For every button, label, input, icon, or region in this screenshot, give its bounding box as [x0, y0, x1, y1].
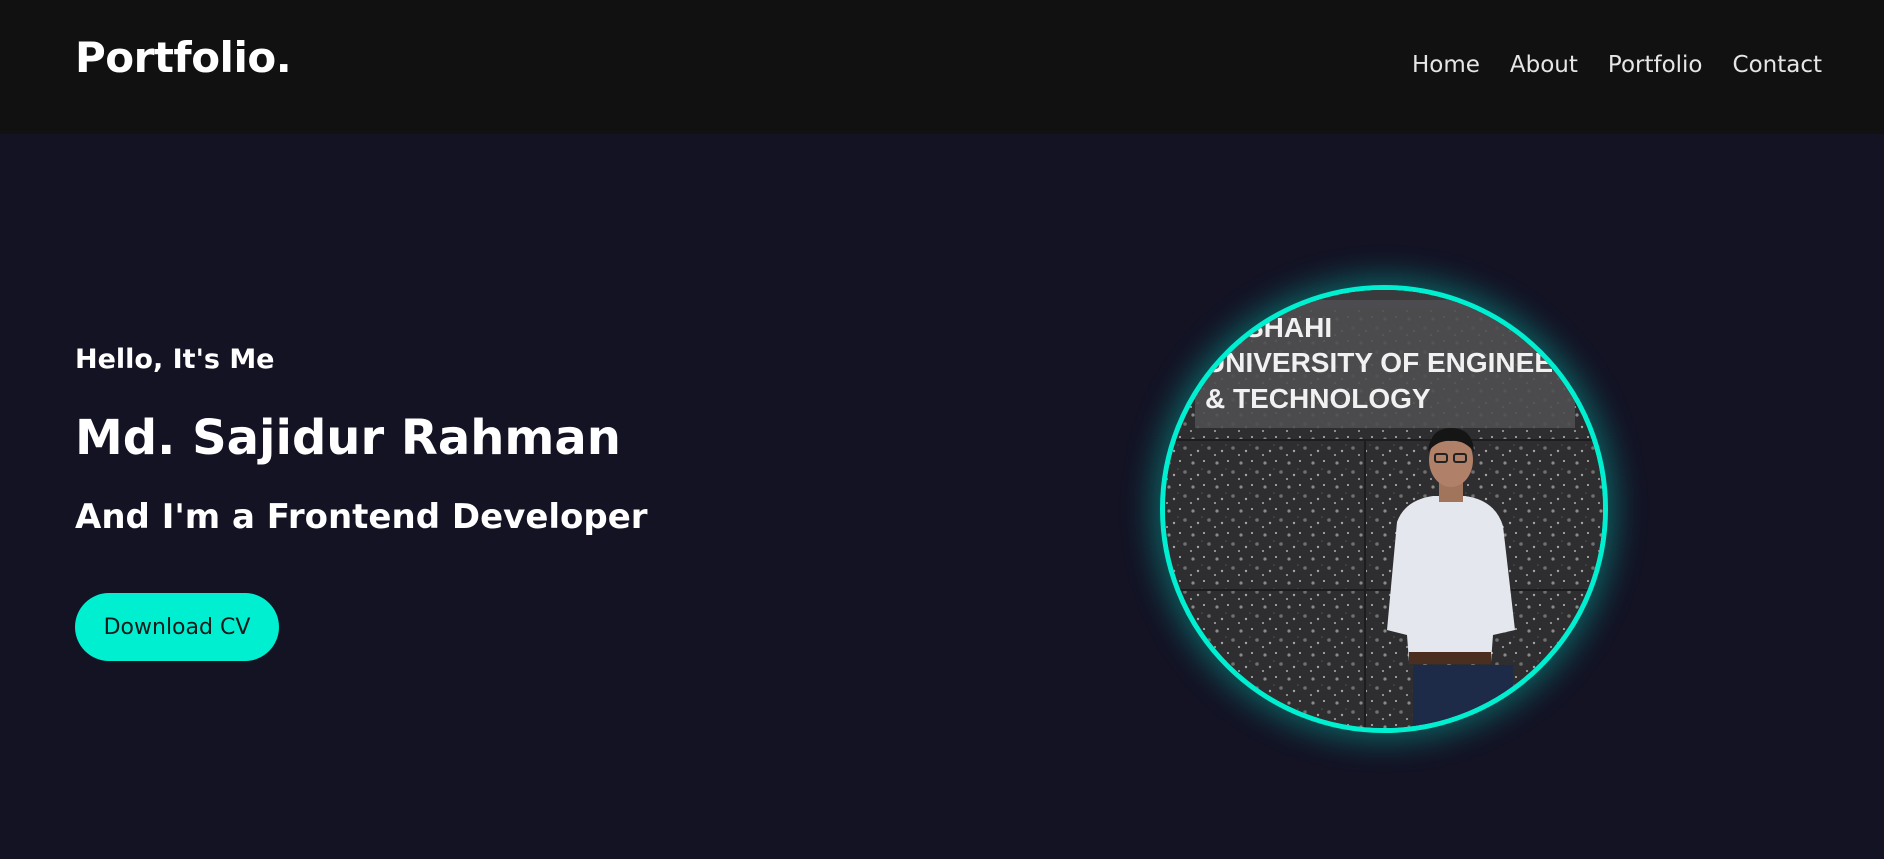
- profile-photo: SHAHI UNIVERSITY OF ENGINEERING & TECHNO…: [1165, 290, 1603, 728]
- profile-photo-frame: SHAHI UNIVERSITY OF ENGINEERING & TECHNO…: [1160, 285, 1608, 733]
- site-logo[interactable]: Portfolio.: [75, 28, 292, 88]
- navbar: Portfolio. Home About Portfolio Contact: [0, 0, 1884, 134]
- nav-link-portfolio[interactable]: Portfolio: [1608, 48, 1703, 82]
- sign-text-3: & TECHNOLOGY: [1205, 383, 1431, 414]
- sign-text-2: UNIVERSITY OF ENGINEERING: [1205, 347, 1603, 378]
- hero-name: Md. Sajidur Rahman: [75, 410, 621, 466]
- nav-link-home[interactable]: Home: [1412, 48, 1480, 82]
- hero-role: And I'm a Frontend Developer: [75, 497, 648, 537]
- hero-greeting: Hello, It's Me: [75, 344, 275, 375]
- nav-links: Home About Portfolio Contact: [1412, 48, 1822, 82]
- download-cv-button[interactable]: Download CV: [75, 593, 279, 661]
- nav-link-contact[interactable]: Contact: [1733, 48, 1822, 82]
- nav-link-about[interactable]: About: [1510, 48, 1578, 82]
